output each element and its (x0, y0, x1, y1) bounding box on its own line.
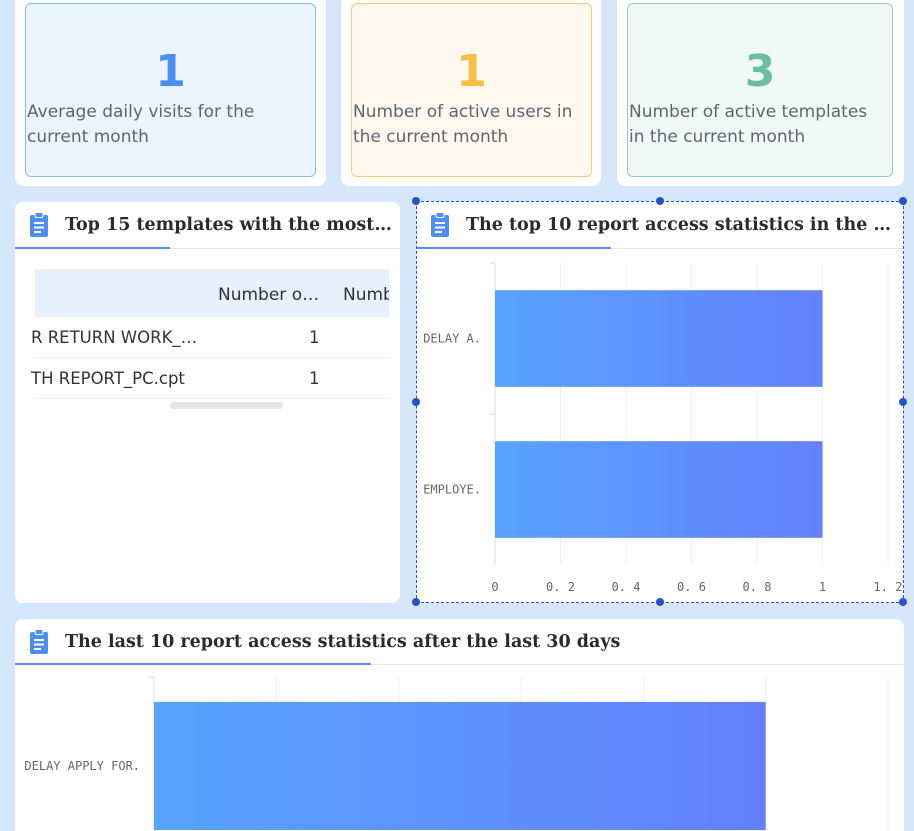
x-tick-label: 0. 4 (612, 580, 641, 594)
x-tick-label: 1 (819, 580, 826, 594)
template-name-cell: TH REPORT_PC.cpt (31, 369, 185, 388)
kpi-inner: 1 Average daily visits for the current m… (25, 3, 316, 177)
panel-title: The top 10 report access statistics in t… (466, 215, 896, 235)
kpi-inner: 1 Number of active users in the current … (351, 3, 592, 177)
category-label: EMPLOYE. (423, 483, 481, 497)
x-tick-label: 0. 8 (743, 580, 772, 594)
kpi-card-active-templates: 3 Number of active templates in the curr… (617, 0, 904, 186)
kpi-value: 1 (456, 46, 487, 97)
kpi-label: Average daily visits for the current mon… (27, 102, 255, 147)
x-tick-label: 0. 6 (677, 580, 706, 594)
kpi-value: 1 (155, 46, 186, 97)
table-row[interactable]: TH REPORT_PC.cpt 1 (31, 358, 389, 399)
panel-title: Top 15 templates with the most visit… (65, 215, 393, 235)
column-header[interactable]: Number o… (218, 285, 319, 305)
visit-count-cell: 1 (309, 369, 320, 388)
table-header: Number o… Numb (35, 269, 389, 317)
template-name-cell: R RETURN WORK_… (31, 328, 198, 347)
category-label: DELAY APPLY FOR. (24, 759, 140, 773)
top-templates-panel: Top 15 templates with the most visit… Nu… (15, 202, 400, 603)
x-tick-label: 1. 2 (874, 580, 903, 594)
clipboard-icon (30, 212, 48, 237)
horizontal-scrollbar[interactable] (170, 402, 283, 409)
bar[interactable] (495, 441, 823, 538)
panel-title: The last 10 report access statistics aft… (65, 632, 621, 652)
last-reports-panel: The last 10 report access statistics aft… (15, 619, 904, 831)
bar[interactable] (154, 701, 766, 831)
clipboard-icon (30, 629, 48, 654)
panel-header: The last 10 report access statistics aft… (15, 619, 904, 665)
templates-table: Number o… Numb R RETURN WORK_… 1 TH REPO… (31, 269, 389, 399)
bar[interactable] (495, 290, 823, 387)
table-row[interactable]: R RETURN WORK_… 1 (31, 317, 389, 358)
visit-count-cell: 1 (309, 328, 320, 347)
category-label: DELAY A. (423, 332, 481, 346)
last-reports-chart: DELAY APPLY FOR. (24, 676, 889, 831)
kpi-label: Number of active users in the current mo… (353, 102, 573, 147)
kpi-card-avg-daily-visits: 1 Average daily visits for the current m… (15, 0, 326, 186)
panel-header: Top 15 templates with the most visit… (15, 202, 400, 249)
kpi-label: Number of active templates in the curren… (629, 102, 868, 147)
clipboard-icon (431, 212, 449, 237)
x-tick-label: 0 (491, 580, 498, 594)
kpi-inner: 3 Number of active templates in the curr… (627, 3, 893, 177)
panel-header: The top 10 report access statistics in t… (416, 202, 904, 249)
top-reports-panel: The top 10 report access statistics in t… (416, 202, 904, 603)
kpi-value: 3 (744, 46, 776, 97)
top-reports-chart: DELAY A. EMPLOYE. 0 0. 2 0. 4 0. 6 0. 8 1 1. 2 (423, 262, 903, 594)
x-tick-label: 0. 2 (546, 580, 575, 594)
column-header[interactable]: Numb (343, 285, 389, 305)
kpi-card-active-users: 1 Number of active users in the current … (341, 0, 601, 186)
